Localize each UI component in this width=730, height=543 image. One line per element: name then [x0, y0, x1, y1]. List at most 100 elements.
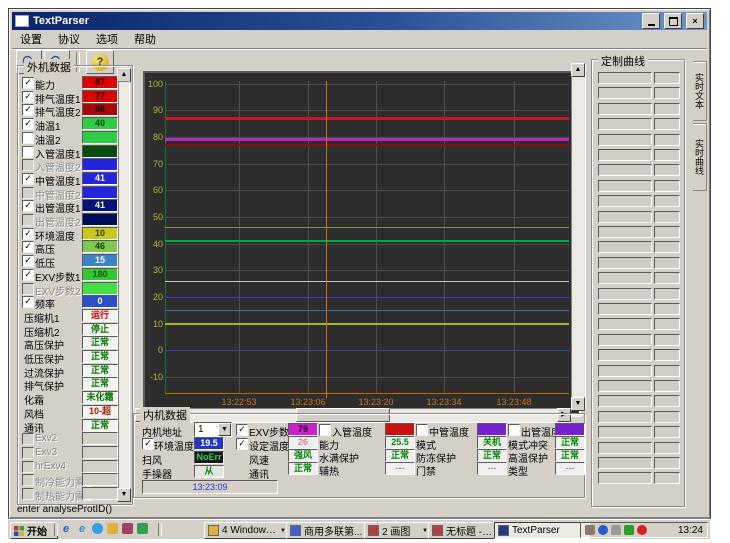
chart-scroll-up[interactable]: ▲	[571, 63, 585, 77]
curve-name-field[interactable]	[598, 149, 652, 161]
checkbox[interactable]: ✓	[236, 424, 248, 436]
curve-value-field[interactable]	[654, 211, 680, 223]
checkbox[interactable]: ✓	[22, 118, 34, 130]
checkbox[interactable]: ✓	[22, 269, 34, 281]
curve-name-field[interactable]	[598, 365, 652, 377]
curve-name-field[interactable]	[598, 303, 652, 315]
chart-vscrollbar[interactable]: ▲ ▼	[571, 63, 586, 411]
curve-name-field[interactable]	[598, 349, 652, 361]
curve-value-field[interactable]	[654, 195, 680, 207]
printer-tray-icon[interactable]	[585, 525, 595, 535]
curve-value-field[interactable]	[654, 303, 680, 315]
curve-value-field[interactable]	[654, 226, 680, 238]
curve-value-field[interactable]	[654, 411, 680, 423]
chart-scroll-down[interactable]: ▼	[571, 397, 585, 411]
curve-value-field[interactable]	[654, 349, 680, 361]
curve-name-field[interactable]	[598, 87, 652, 99]
checkbox[interactable]: ✓	[22, 255, 34, 267]
curve-value-field[interactable]	[654, 118, 680, 130]
ie-icon[interactable]: e	[60, 523, 72, 535]
trend-chart[interactable]: 1009080706050403020100-1013:22:5313:23:0…	[143, 71, 581, 417]
curve-value-field[interactable]	[654, 472, 680, 484]
browser-icon[interactable]: e	[76, 523, 88, 535]
curve-name-field[interactable]	[598, 457, 652, 469]
checkbox[interactable]: ✓	[22, 228, 34, 240]
green-app-tray-icon[interactable]	[624, 525, 634, 535]
restore-button[interactable]	[664, 13, 682, 29]
checkbox[interactable]: ✓	[142, 438, 154, 450]
curve-name-field[interactable]	[598, 134, 652, 146]
curve-name-field[interactable]	[598, 211, 652, 223]
taskbar-button-2[interactable]: 商用多联第...	[286, 522, 368, 539]
curve-name-field[interactable]	[598, 442, 652, 454]
curve-value-field[interactable]	[654, 288, 680, 300]
red-app-tray-icon[interactable]	[637, 525, 647, 535]
curve-name-field[interactable]	[598, 180, 652, 192]
tab-realtime-text[interactable]: 实时文本	[693, 61, 707, 121]
messenger-tray-icon[interactable]	[598, 525, 608, 535]
curve-value-field[interactable]	[654, 272, 680, 284]
curve-value-field[interactable]	[654, 334, 680, 346]
menu-item-协议[interactable]: 协议	[50, 30, 88, 48]
curve-value-field[interactable]	[654, 442, 680, 454]
checkbox[interactable]	[508, 424, 520, 436]
curve-value-field[interactable]	[654, 318, 680, 330]
curve-value-field[interactable]	[654, 149, 680, 161]
curve-value-field[interactable]	[654, 426, 680, 438]
curve-value-field[interactable]	[654, 380, 680, 392]
checkbox[interactable]: ✓	[22, 200, 34, 212]
checkbox[interactable]: ✓	[22, 104, 34, 116]
curve-value-field[interactable]	[654, 257, 680, 269]
menu-item-选项[interactable]: 选项	[88, 30, 126, 48]
close-button[interactable]: ×	[686, 13, 704, 29]
curve-value-field[interactable]	[654, 103, 680, 115]
curve-value-field[interactable]	[654, 365, 680, 377]
title-bar[interactable]: TextParser ×	[12, 12, 707, 30]
checkbox[interactable]: ✓	[22, 91, 34, 103]
curve-value-field[interactable]	[654, 395, 680, 407]
curve-name-field[interactable]	[598, 241, 652, 253]
taskbar-button-1[interactable]: 4 Windows...▼	[204, 522, 290, 539]
checkbox[interactable]: ✓	[22, 296, 34, 308]
address-combobox[interactable]: 1 ▼	[194, 422, 232, 437]
curve-name-field[interactable]	[598, 257, 652, 269]
agent-tray-icon[interactable]	[611, 525, 621, 535]
curve-value-field[interactable]	[654, 241, 680, 253]
folder-icon[interactable]	[107, 523, 118, 534]
curve-name-field[interactable]	[598, 395, 652, 407]
curve-name-field[interactable]	[598, 318, 652, 330]
curve-name-field[interactable]	[598, 72, 652, 84]
taskbar-button-3[interactable]: 2 画图▼	[364, 522, 432, 539]
menu-item-帮助[interactable]: 帮助	[126, 30, 164, 48]
minimize-button[interactable]	[642, 13, 660, 29]
curve-name-field[interactable]	[598, 118, 652, 130]
checkbox[interactable]: ✓	[22, 173, 34, 185]
lock-icon[interactable]	[122, 523, 133, 534]
curve-value-field[interactable]	[654, 87, 680, 99]
taskbar-button-5[interactable]: TextParser	[494, 522, 590, 539]
curve-name-field[interactable]	[598, 472, 652, 484]
curve-name-field[interactable]	[598, 272, 652, 284]
checkbox[interactable]: ✓	[22, 241, 34, 253]
curve-value-field[interactable]	[654, 180, 680, 192]
checkbox[interactable]	[319, 424, 331, 436]
checkbox[interactable]: ✓	[22, 77, 34, 89]
curve-name-field[interactable]	[598, 426, 652, 438]
tab-realtime-curve[interactable]: 实时曲线	[693, 123, 707, 191]
taskbar-button-4[interactable]: 无标题 - C...	[428, 522, 498, 539]
curve-name-field[interactable]	[598, 334, 652, 346]
scroll-up-button[interactable]: ▲	[117, 68, 131, 82]
curve-name-field[interactable]	[598, 195, 652, 207]
curve-name-field[interactable]	[598, 164, 652, 176]
checkbox[interactable]	[22, 132, 34, 144]
curve-value-field[interactable]	[654, 457, 680, 469]
left-panel-scrollbar[interactable]	[118, 81, 130, 489]
chart-plot[interactable]	[165, 81, 569, 393]
scroll-down-button[interactable]: ▼	[117, 488, 131, 502]
curve-name-field[interactable]	[598, 411, 652, 423]
curve-name-field[interactable]	[598, 380, 652, 392]
curve-name-field[interactable]	[598, 226, 652, 238]
checkbox[interactable]: ✓	[236, 438, 248, 450]
msn-icon[interactable]	[92, 523, 103, 534]
start-button[interactable]: 开始	[10, 522, 58, 539]
